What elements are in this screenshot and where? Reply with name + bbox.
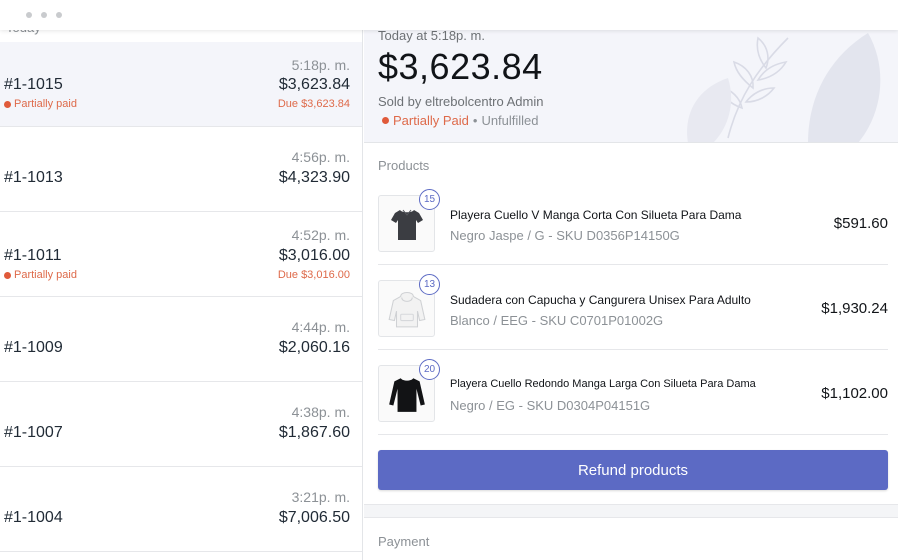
order-number: #1-1009 — [4, 339, 63, 356]
payment-status: Partially Paid — [393, 113, 469, 128]
fulfillment-status: Unfulfilled — [481, 113, 539, 128]
product-row[interactable]: 15 Playera Cuello V Manga Corta Con Silu… — [378, 180, 888, 265]
order-amount: $1,867.60 — [278, 424, 350, 441]
order-item-1015[interactable]: 5:18p. m. #1-1015 $3,623.84 Partially pa… — [0, 42, 362, 127]
order-status-badge: Partially paid — [4, 98, 77, 110]
order-amount: $7,006.50 — [278, 509, 350, 526]
order-time: 4:52p. m. — [291, 227, 350, 243]
window-dots — [26, 12, 62, 18]
order-status-badge: Partially paid — [4, 269, 77, 281]
product-variant: Negro / EG - SKU D0304P04151G — [450, 398, 651, 413]
hoodie-icon — [388, 291, 425, 327]
order-number: #1-1004 — [4, 509, 63, 526]
order-status-label: Partially paid — [14, 269, 77, 281]
section-divider — [364, 504, 898, 518]
order-time: 5:18p. m. — [291, 57, 350, 73]
order-item-1004[interactable]: 3:21p. m. #1-1004 $7,006.50 — [0, 467, 362, 552]
partial-dot-icon — [4, 100, 11, 108]
order-item-1007[interactable]: 4:38p. m. #1-1007 $1,867.60 — [0, 382, 362, 467]
order-amount: $2,060.16 — [278, 339, 350, 356]
order-due: Due $3,623.84 — [277, 98, 350, 110]
order-number: #1-1013 — [4, 169, 63, 186]
sold-by-text: Sold by eltrebolcentro Admin — [378, 94, 544, 109]
order-time: 4:56p. m. — [291, 149, 350, 165]
order-amount: $3,016.00 — [278, 247, 350, 264]
order-item-1013[interactable]: 4:56p. m. #1-1013 $4,323.90 — [0, 127, 362, 212]
longsleeve-icon — [388, 377, 425, 412]
order-number: #1-1007 — [4, 424, 63, 441]
order-amount: $4,323.90 — [278, 169, 350, 186]
product-row[interactable]: 13 Sudadera con Capucha y Cangurera Unis… — [378, 265, 888, 350]
window-top-bar — [0, 0, 898, 30]
order-date: Today at 5:18p. m. — [378, 28, 485, 43]
product-name: Playera Cuello V Manga Corta Con Silueta… — [450, 208, 742, 222]
product-price: $1,102.00 — [821, 385, 888, 402]
leaves-decoration-icon — [687, 33, 881, 142]
quantity-badge: 15 — [419, 189, 440, 210]
quantity-badge: 13 — [419, 274, 440, 295]
order-number: #1-1011 — [4, 247, 62, 264]
tshirt-icon — [390, 209, 423, 240]
partial-dot-icon — [4, 271, 11, 279]
order-status-row: Partially Paid • Unfulfilled — [382, 113, 539, 128]
quantity-badge: 20 — [419, 359, 440, 380]
refund-products-button[interactable]: Refund products — [378, 450, 888, 490]
product-price: $591.60 — [833, 215, 888, 232]
orders-list: Today 5:18p. m. #1-1015 $3,623.84 Partia… — [0, 0, 363, 560]
partial-dot-icon — [382, 117, 389, 124]
order-item-1009[interactable]: 4:44p. m. #1-1009 $2,060.16 — [0, 297, 362, 382]
payment-section-title: Payment — [378, 534, 430, 549]
product-name: Sudadera con Capucha y Cangurera Unisex … — [450, 293, 751, 307]
product-variant: Blanco / EEG - SKU C0701P01002G — [450, 313, 664, 328]
order-amount: $3,623.84 — [278, 76, 350, 93]
dot-icon — [56, 12, 62, 18]
order-number: #1-1015 — [4, 76, 63, 93]
order-time: 3:21p. m. — [291, 489, 350, 505]
product-row[interactable]: 20 Playera Cuello Redondo Manga Larga Co… — [378, 350, 888, 435]
order-detail-panel: Today at 5:18p. m. $3,623.84 Sold by elt… — [364, 0, 898, 560]
products-section-title: Products — [378, 158, 430, 173]
dot-icon — [26, 12, 32, 18]
order-time: 4:38p. m. — [291, 404, 350, 420]
status-separator: • — [472, 113, 478, 128]
product-variant: Negro Jaspe / G - SKU D0356P14150G — [450, 228, 680, 243]
order-due: Due $3,016.00 — [277, 269, 350, 281]
dot-icon — [41, 12, 47, 18]
order-total: $3,623.84 — [378, 46, 543, 87]
order-time: 4:44p. m. — [291, 319, 350, 335]
order-status-label: Partially paid — [14, 98, 77, 110]
product-name: Playera Cuello Redondo Manga Larga Con S… — [450, 378, 756, 390]
product-price: $1,930.24 — [821, 300, 888, 317]
order-item-1011[interactable]: 4:52p. m. #1-1011 $3,016.00 Partially pa… — [0, 212, 362, 297]
